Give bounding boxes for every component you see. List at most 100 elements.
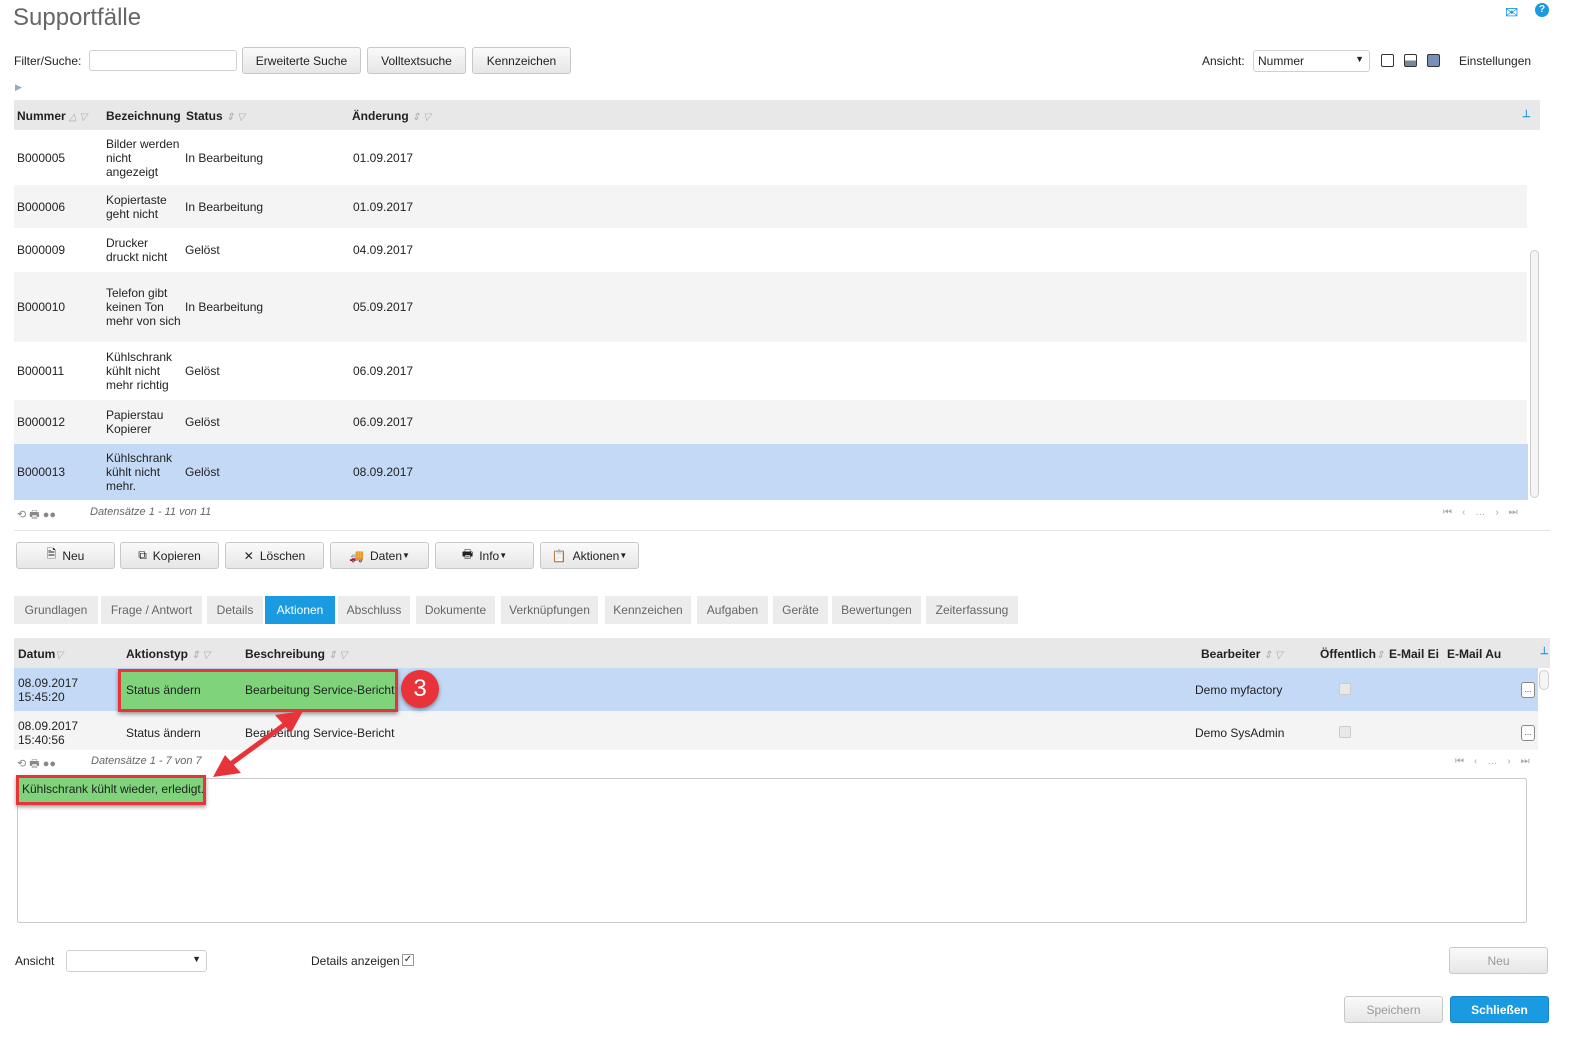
tab-zeiterfassung[interactable]: Zeiterfassung	[926, 596, 1018, 624]
tab-details[interactable]: Details	[207, 596, 263, 624]
bottom-view-select[interactable]: ▼	[66, 950, 207, 972]
col-email-ein[interactable]: E-Mail Ei	[1389, 647, 1439, 661]
cell-nummer: B000011	[17, 364, 65, 378]
case-row[interactable]: B000005 Bilder werden nicht angezeigt In…	[14, 130, 1527, 185]
expand-icon[interactable]: ▶	[15, 82, 22, 93]
cell-bezeichnung: Kühlschrank kühlt nicht mehr.	[106, 451, 173, 493]
settings-link[interactable]: Einstellungen	[1459, 54, 1531, 68]
layout-single-icon[interactable]	[1381, 54, 1394, 67]
view-label: Ansicht:	[1202, 54, 1245, 68]
tab-aktionen[interactable]: Aktionen	[265, 596, 335, 624]
new-action-button[interactable]: Neu	[1449, 947, 1548, 974]
case-row[interactable]: B000006 Kopiertaste geht nicht In Bearbe…	[14, 185, 1527, 228]
cell-bearbeiter: Demo SysAdmin	[1195, 726, 1285, 740]
cell-bezeichnung: Kopiertaste geht nicht	[106, 192, 167, 221]
info-button[interactable]: 🖶 Info ▼	[435, 542, 534, 569]
kennzeichen-button[interactable]: Kennzeichen	[472, 47, 571, 74]
actions-button[interactable]: 📋 Aktionen ▼	[540, 542, 639, 569]
details-textarea[interactable]	[17, 778, 1527, 923]
cell-status: In Bearbeitung	[185, 300, 264, 314]
case-row[interactable]: B000009 Drucker druckt nicht Gelöst 04.0…	[14, 228, 1527, 272]
column-chooser-icon[interactable]: ⊥	[1522, 109, 1531, 120]
refresh-print-icons[interactable]: ⟲ 🖶 ●●	[17, 506, 56, 525]
tab-frage-antwort[interactable]: Frage / Antwort	[101, 596, 202, 624]
cell-bezeichnung: Telefon gibt keinen Ton mehr von sich	[106, 286, 181, 328]
actions-icon: 📋	[551, 548, 567, 563]
cell-bezeichnung: Bilder werden nicht angezeigt	[106, 136, 180, 179]
copy-button[interactable]: ⧉ Kopieren	[120, 542, 219, 569]
cell-nummer: B000009	[17, 243, 66, 257]
col-status[interactable]: Status ⇕ ▽	[186, 109, 245, 123]
mail-icon[interactable]: ✉	[1505, 3, 1518, 23]
data-button[interactable]: 🚚 Daten ▼	[330, 542, 429, 569]
chevron-down-icon: ▼	[1355, 54, 1364, 64]
help-icon[interactable]: ?	[1535, 3, 1549, 17]
cases-grid: Nummer △ ▽ Bezeichnung Status ⇕ ▽ Änderu…	[14, 100, 1540, 500]
tab-bewertungen[interactable]: Bewertungen	[832, 596, 921, 624]
cell-nummer: B000005	[17, 150, 66, 165]
annotation-arrow	[213, 711, 303, 777]
actions-record-count: Datensätze 1 - 7 von 7	[91, 755, 202, 767]
close-button[interactable]: Schließen	[1450, 996, 1549, 1023]
public-checkbox[interactable]	[1339, 683, 1351, 695]
more-button[interactable]: ...	[1521, 725, 1535, 741]
more-button[interactable]: ...	[1521, 682, 1535, 698]
case-row[interactable]: B000010 Telefon gibt keinen Ton mehr von…	[14, 272, 1527, 342]
actions-pager[interactable]: ⏮‹…›⏭	[1455, 756, 1540, 767]
fulltext-search-button[interactable]: Volltextsuche	[367, 47, 466, 74]
cases-pager[interactable]: ⏮‹…›⏭	[1443, 507, 1528, 518]
cell-status: In Bearbeitung	[185, 150, 264, 165]
col-email-aus[interactable]: E-Mail Au	[1447, 647, 1501, 661]
column-chooser-icon[interactable]: ⊥	[1540, 646, 1549, 657]
page-title: Supportfälle	[13, 4, 142, 31]
layout-full-icon[interactable]	[1427, 54, 1440, 67]
cell-bearbeiter: Demo myfactory	[1195, 683, 1283, 697]
col-aenderung[interactable]: Änderung ⇕ ▽	[352, 109, 431, 123]
refresh-print-icons[interactable]: ⟲ 🖶 ●●	[17, 755, 56, 774]
col-bezeichnung[interactable]: Bezeichnung	[106, 109, 181, 123]
delete-button[interactable]: ✕ Löschen	[225, 542, 324, 569]
col-beschreibung[interactable]: Beschreibung ⇕ ▽	[245, 647, 347, 661]
cell-datum: 08.09.2017 15:40:56	[18, 719, 79, 747]
annotation-badge: 3	[401, 670, 439, 708]
col-nummer[interactable]: Nummer △ ▽	[17, 109, 87, 123]
tab-kennzeichen[interactable]: Kennzeichen	[605, 596, 691, 624]
view-select[interactable]: Nummer ▼	[1253, 50, 1370, 72]
case-row[interactable]: B000011 Kühlschrank kühlt nicht mehr ric…	[14, 342, 1527, 400]
advanced-search-button[interactable]: Erweiterte Suche	[242, 47, 361, 74]
cell-nummer: B000013	[17, 465, 66, 479]
cases-scrollbar[interactable]	[1530, 250, 1539, 498]
new-button[interactable]: 🗎 Neu	[16, 542, 115, 569]
details-show-checkbox[interactable]: ✓	[402, 954, 414, 966]
tab-aufgaben[interactable]: Aufgaben	[697, 596, 768, 624]
delete-icon: ✕	[243, 548, 254, 563]
case-row[interactable]: B000012 Papierstau Kopierer Gelöst 06.09…	[14, 400, 1527, 444]
cell-status: In Bearbeitung	[185, 199, 264, 214]
filter-label: Filter/Suche:	[14, 54, 82, 68]
layout-split-icon[interactable]	[1404, 54, 1417, 67]
case-row[interactable]: B000013 Kühlschrank kühlt nicht mehr. Ge…	[14, 444, 1528, 500]
tab-dokumente[interactable]: Dokumente	[416, 596, 495, 624]
tab-verknüpfungen[interactable]: Verknüpfungen	[501, 596, 598, 624]
highlight-beschreibung: Bearbeitung Service-Bericht	[245, 683, 395, 697]
tab-abschluss[interactable]: Abschluss	[338, 596, 410, 624]
cell-nummer: B000006	[17, 199, 66, 214]
cell-aenderung: 06.09.2017	[353, 415, 414, 429]
public-checkbox[interactable]	[1339, 726, 1351, 738]
col-oeffentlich[interactable]: Öffentlich⇕	[1320, 647, 1384, 661]
save-button[interactable]: Speichern	[1344, 996, 1443, 1023]
cell-aenderung: 05.09.2017	[353, 300, 414, 314]
col-datum[interactable]: Datum▽	[18, 647, 63, 661]
details-show-label: Details anzeigen	[311, 954, 400, 968]
cell-aenderung: 06.09.2017	[353, 364, 414, 378]
cell-bezeichnung: Drucker druckt nicht	[106, 236, 168, 264]
actions-scrollbar[interactable]	[1539, 670, 1549, 690]
tab-geräte[interactable]: Geräte	[773, 596, 828, 624]
tab-grundlagen[interactable]: Grundlagen	[14, 596, 98, 624]
cell-aenderung: 08.09.2017	[353, 465, 414, 479]
highlight-typ: Status ändern	[126, 683, 201, 697]
cases-record-count: Datensätze 1 - 11 von 11	[90, 506, 212, 518]
filter-input[interactable]	[89, 50, 237, 71]
col-aktionstyp[interactable]: Aktionstyp ⇕ ▽	[126, 647, 210, 661]
col-bearbeiter[interactable]: Bearbeiter ⇕ ▽	[1201, 647, 1283, 661]
